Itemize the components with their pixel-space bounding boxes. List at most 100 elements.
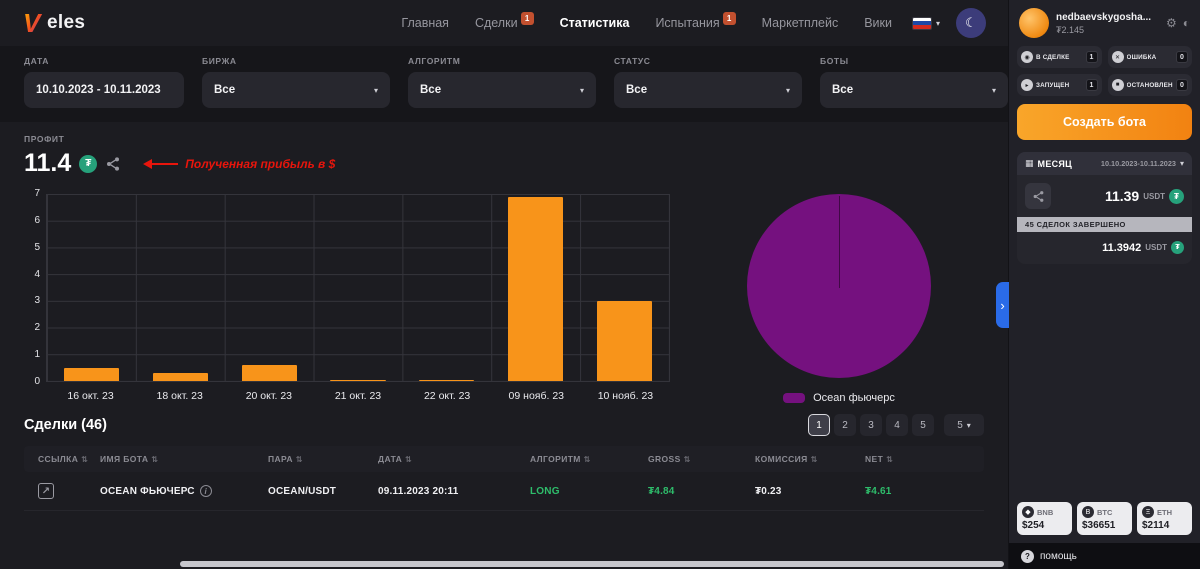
user-name: nedbaevskygosha... [1056,11,1152,23]
russian-flag-icon [911,16,932,30]
filter-status: СТАТУС Все ▾ [614,56,802,108]
question-icon: ? [1021,549,1034,563]
chip-in-deal[interactable]: ◉ В СДЕЛКЕ 1 [1017,46,1102,68]
column-date[interactable]: ДАТА ⇅ [378,454,530,464]
page-button-5[interactable]: 5 [912,414,934,436]
stopped-count: 0 [1176,79,1188,91]
sort-icon: ⇅ [405,454,413,464]
crypto-tickers: ◆ BNB $254 B BTC $36651 Ξ ETH $2114 [1017,502,1192,535]
period-net-currency: USDT [1145,243,1167,252]
bnb-icon: ◆ [1022,506,1034,518]
info-icon[interactable]: i [199,485,212,497]
annotation-text: Полученная прибыль в $ [185,156,336,171]
calendar-icon: ▦ [1025,158,1034,168]
period-net-value: 11.3942 [1102,241,1142,254]
usdt-coin-icon: ₮ [1171,241,1184,254]
chevron-down-icon: ▾ [991,85,996,95]
algorithm-select[interactable]: Все ▾ [408,72,596,108]
sort-icon: ⇅ [683,454,691,464]
gear-icon[interactable]: ⚙ [1166,16,1177,30]
x-axis-labels: 16 окт. 23 18 окт. 23 20 окт. 23 21 окт.… [67,390,654,402]
profit-pie-chart: Ocean фьючерс [694,194,984,404]
column-bot-name[interactable]: ИМЯ БОТА ⇅ [100,454,268,464]
bots-select[interactable]: Все ▾ [820,72,1008,108]
filter-bar: ДАТА 10.10.2023 - 10.11.2023 БИРЖА Все ▾ … [0,46,1048,122]
sidebar-expand-tab[interactable]: › [996,282,1009,328]
legend-label: Ocean фьючерс [813,392,895,404]
page-button-1[interactable]: 1 [808,414,830,436]
period-value: 10.10.2023-10.11.2023 [1100,159,1176,168]
nav-item-wiki[interactable]: Вики [864,16,892,30]
btc-icon: B [1082,506,1094,518]
chip-running[interactable]: ▸ ЗАПУЩЕН 1 [1017,74,1102,96]
in-deal-count: 1 [1085,51,1098,63]
exchange-select[interactable]: Все ▾ [202,72,390,108]
nav-item-marketplace[interactable]: Маркетплейс [762,16,839,30]
usdt-coin-icon: ₮ [79,154,98,173]
table-header: ССЫЛКА ⇅ ИМЯ БОТА ⇅ ПАРА ⇅ ДАТА ⇅ АЛГОРИТМ ⇅ … [24,446,984,472]
filter-status-label: СТАТУС [614,56,651,66]
create-bot-button[interactable]: Создать бота [1017,104,1192,140]
nav-item-trials[interactable]: Испытания 1 [655,12,736,30]
logo-text: eles [47,12,86,33]
nav-item-deals[interactable]: Сделки 1 [475,12,534,30]
column-link[interactable]: ССЫЛКА ⇅ [24,454,100,464]
nav-item-statistics[interactable]: Статистика [560,16,630,30]
bar [419,379,475,381]
column-algorithm[interactable]: АЛГОРИТМ ⇅ [530,454,648,464]
sort-icon: ⇅ [151,454,159,464]
theme-toggle[interactable]: ☾ [956,8,986,38]
cell-commission: ₮0.23 [755,485,782,497]
status-select[interactable]: Все ▾ [614,72,802,108]
external-link-icon[interactable]: ↗ [38,483,54,499]
filter-date: ДАТА 10.10.2023 - 10.11.2023 [24,56,184,108]
chevron-right-icon: › [1000,297,1005,313]
share-button[interactable] [1025,183,1051,209]
ticker-btc: B BTC $36651 [1077,502,1132,535]
date-range-input[interactable]: 10.10.2023 - 10.11.2023 [24,72,184,108]
page-button-3[interactable]: 3 [860,414,882,436]
column-pair[interactable]: ПАРА ⇅ [268,454,378,464]
bot-status-chips: ◉ В СДЕЛКЕ 1 ✕ ОШИБКА 0 ▸ ЗАПУЩЕН 1 ■ ОС… [1017,46,1192,96]
language-selector[interactable]: ▾ [911,16,940,30]
page-button-2[interactable]: 2 [834,414,856,436]
share-icon[interactable] [105,156,121,172]
page-size-select[interactable]: 5 ▾ [944,414,984,436]
cell-net: ₮4.61 [865,485,892,497]
sort-icon: ⇅ [886,454,894,464]
charts-row: 7 6 5 4 3 2 1 0 16 окт. 23 18 окт. 23 20… [24,188,984,404]
brightness-icon[interactable]: ◐ [1183,16,1190,30]
bar [597,300,653,381]
nav-item-main[interactable]: Главная [401,16,449,30]
app-window: V eles Главная Сделки 1 Статистика Испыта… [0,0,1200,569]
user-profile[interactable]: nedbaevskygosha... ₮2.145 ⚙ ◐ [1017,0,1192,44]
logo[interactable]: V eles [22,9,85,37]
chip-error[interactable]: ✕ ОШИБКА 0 [1107,46,1192,68]
help-button[interactable]: ? помощь [1009,543,1200,569]
svg-text:V: V [23,9,43,37]
eth-icon: Ξ [1142,506,1154,518]
column-gross[interactable]: GROSS ⇅ [648,454,755,464]
usdt-coin-icon: ₮ [1169,188,1184,204]
horizontal-scrollbar[interactable] [180,561,1004,567]
filter-algorithm: АЛГОРИТМ Все ▾ [408,56,596,108]
column-net[interactable]: NET ⇅ [865,454,984,464]
filter-bots: БОТЫ Все ▾ [820,56,1008,108]
period-selector[interactable]: ▦ МЕСЯЦ 10.10.2023-10.11.2023 ▾ [1017,152,1192,175]
column-commission[interactable]: КОМИССИЯ ⇅ [755,454,865,464]
trials-badge: 1 [722,12,736,25]
period-profit-currency: USDT [1143,191,1165,201]
filter-date-label: ДАТА [24,56,49,66]
filter-exchange-label: БИРЖА [202,56,237,66]
btc-price: $36651 [1082,520,1116,531]
chevron-down-icon: ▾ [373,85,378,95]
user-balance: ₮2.145 [1056,24,1085,35]
sort-icon: ⇅ [810,454,818,464]
top-navigation: V eles Главная Сделки 1 Статистика Испыта… [0,0,1008,46]
main-area: V eles Главная Сделки 1 Статистика Испыта… [0,0,1048,569]
sort-icon: ⇅ [295,454,304,464]
chip-stopped[interactable]: ■ ОСТАНОВЛЕН 0 [1107,74,1192,96]
bar [330,379,386,381]
page-button-4[interactable]: 4 [886,414,908,436]
period-label: МЕСЯЦ [1037,158,1073,169]
